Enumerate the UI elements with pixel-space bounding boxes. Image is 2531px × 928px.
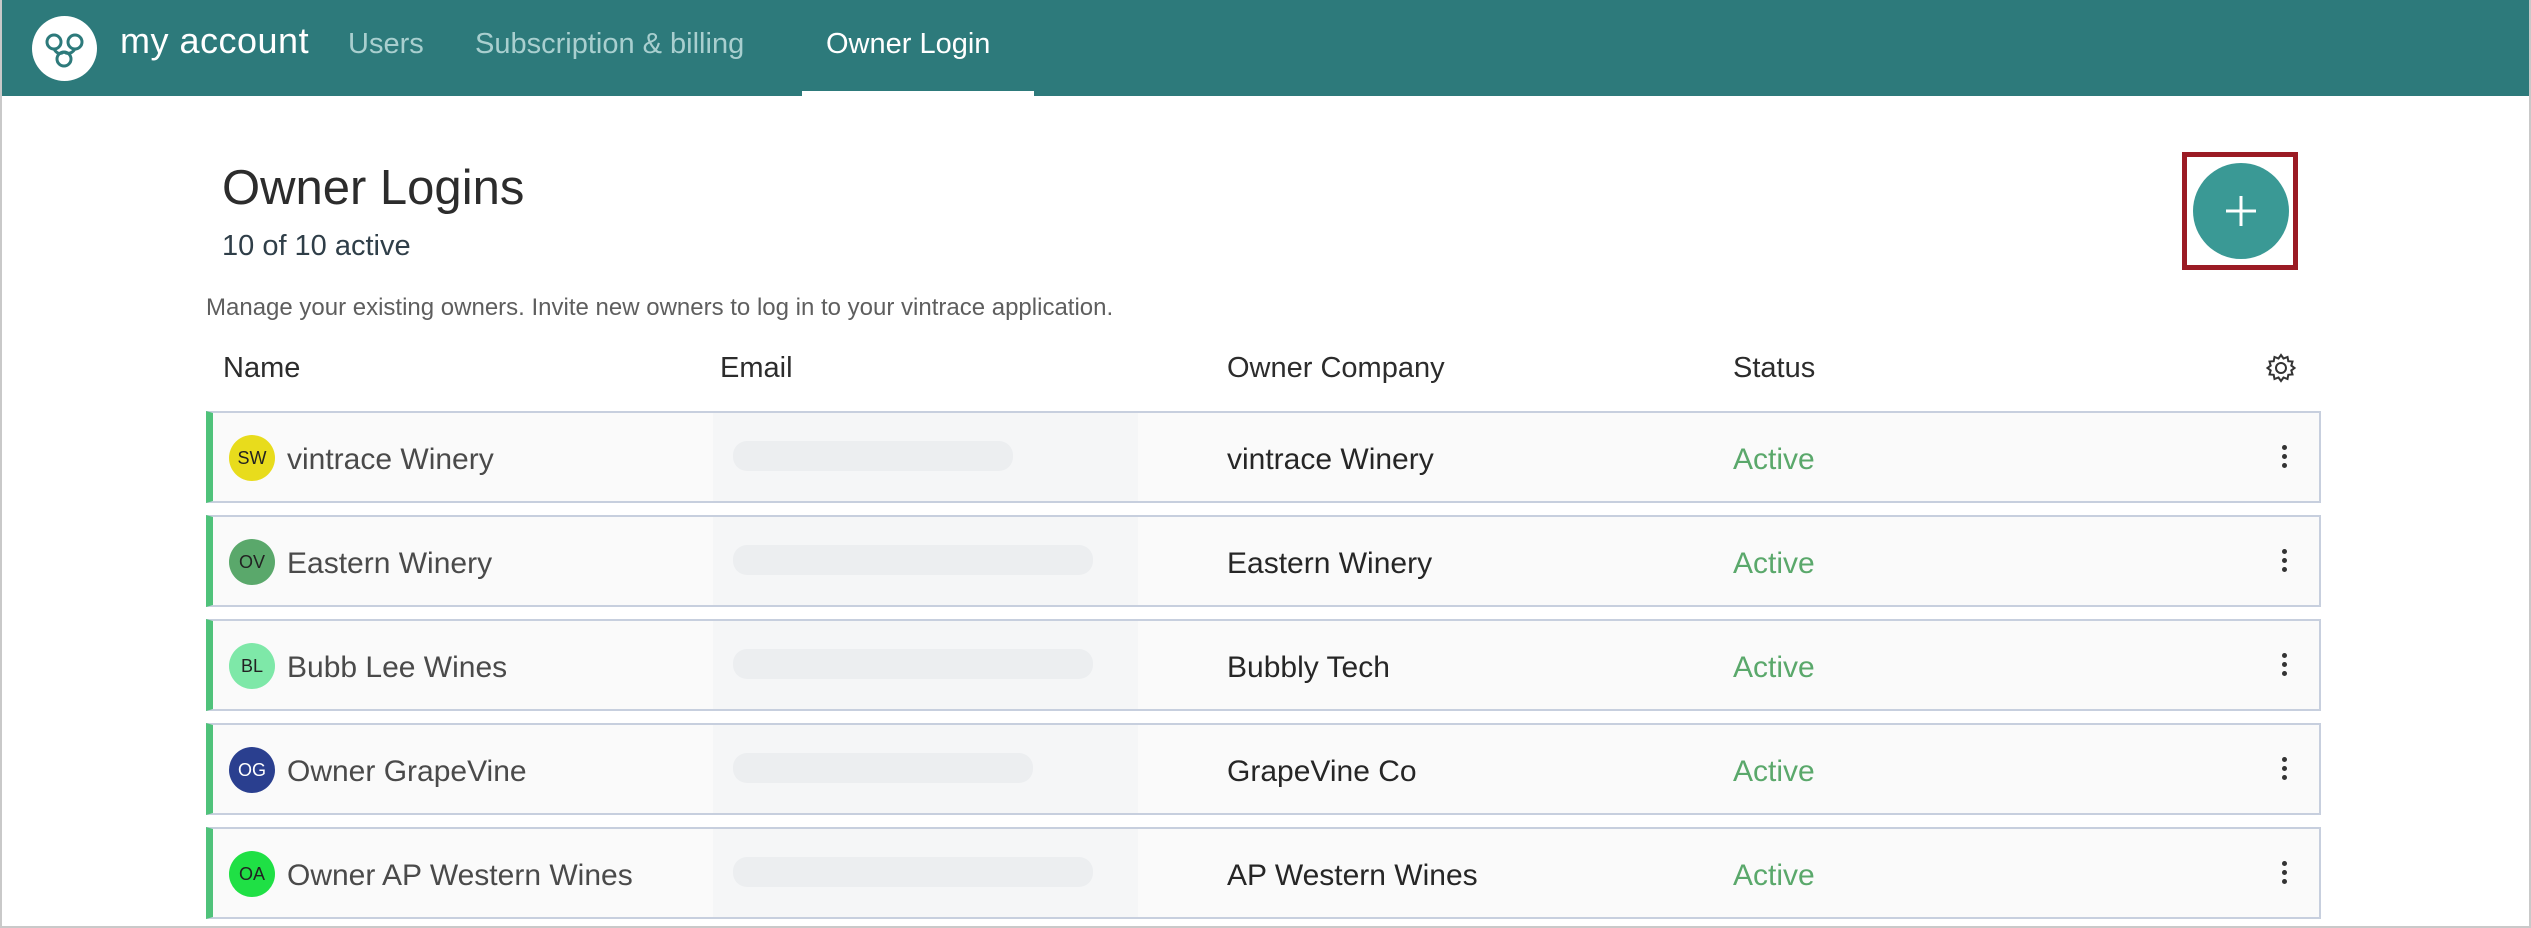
table-row[interactable]: SW vintrace Winery vintrace Winery Activ… xyxy=(206,411,2321,503)
owner-name: Eastern Winery xyxy=(287,547,493,580)
avatar: OV xyxy=(229,539,275,585)
page-description: Manage your existing owners. Invite new … xyxy=(206,294,1114,321)
column-header-owner-company[interactable]: Owner Company xyxy=(1227,352,1445,385)
status-badge: Active xyxy=(1733,443,1815,476)
table-row[interactable]: OV Eastern Winery Eastern Winery Active xyxy=(206,515,2321,607)
owner-company: AP Western Wines xyxy=(1227,859,1478,892)
more-options-icon[interactable] xyxy=(2274,650,2294,682)
top-nav-bar: my account Users Subscription & billing … xyxy=(0,0,2531,96)
more-options-icon[interactable] xyxy=(2274,858,2294,890)
status-badge: Active xyxy=(1733,859,1815,892)
table-row[interactable]: OG Owner GrapeVine GrapeVine Co Active xyxy=(206,723,2321,815)
column-header-name[interactable]: Name xyxy=(223,352,300,385)
status-badge: Active xyxy=(1733,651,1815,684)
table-row[interactable]: OA Owner AP Western Wines AP Western Win… xyxy=(206,827,2321,919)
more-options-icon[interactable] xyxy=(2274,546,2294,578)
status-badge: Active xyxy=(1733,755,1815,788)
status-badge: Active xyxy=(1733,547,1815,580)
app-logo-icon[interactable] xyxy=(32,16,97,81)
column-header-email[interactable]: Email xyxy=(720,352,793,385)
avatar: SW xyxy=(229,435,275,481)
owner-name: Owner AP Western Wines xyxy=(287,859,633,892)
owner-company: vintrace Winery xyxy=(1227,443,1434,476)
avatar: BL xyxy=(229,643,275,689)
owner-company: GrapeVine Co xyxy=(1227,755,1417,788)
tab-owner-login[interactable]: Owner Login xyxy=(826,28,990,61)
email-redacted xyxy=(713,829,1138,917)
owner-name: Owner GrapeVine xyxy=(287,755,527,788)
owner-company: Eastern Winery xyxy=(1227,547,1433,580)
table-row[interactable]: BL Bubb Lee Wines Bubbly Tech Active xyxy=(206,619,2321,711)
brand-name[interactable]: my account xyxy=(120,20,309,62)
owner-name: vintrace Winery xyxy=(287,443,494,476)
email-redacted xyxy=(713,725,1138,813)
email-redacted xyxy=(713,621,1138,709)
tab-users[interactable]: Users xyxy=(348,28,424,61)
owner-company: Bubbly Tech xyxy=(1227,651,1390,684)
avatar: OG xyxy=(229,747,275,793)
plus-icon xyxy=(2226,196,2256,226)
page-title: Owner Logins xyxy=(222,161,525,215)
avatar: OA xyxy=(229,851,275,897)
email-redacted xyxy=(713,517,1138,605)
more-options-icon[interactable] xyxy=(2274,442,2294,474)
more-options-icon[interactable] xyxy=(2274,754,2294,786)
tab-subscription-billing[interactable]: Subscription & billing xyxy=(475,28,744,61)
column-header-status[interactable]: Status xyxy=(1733,352,1815,385)
add-owner-button[interactable] xyxy=(2193,163,2289,259)
active-tab-indicator xyxy=(802,91,1034,96)
email-redacted xyxy=(713,413,1138,501)
owner-name: Bubb Lee Wines xyxy=(287,651,508,684)
gear-icon[interactable] xyxy=(2265,352,2297,384)
active-count: 10 of 10 active xyxy=(222,230,411,262)
